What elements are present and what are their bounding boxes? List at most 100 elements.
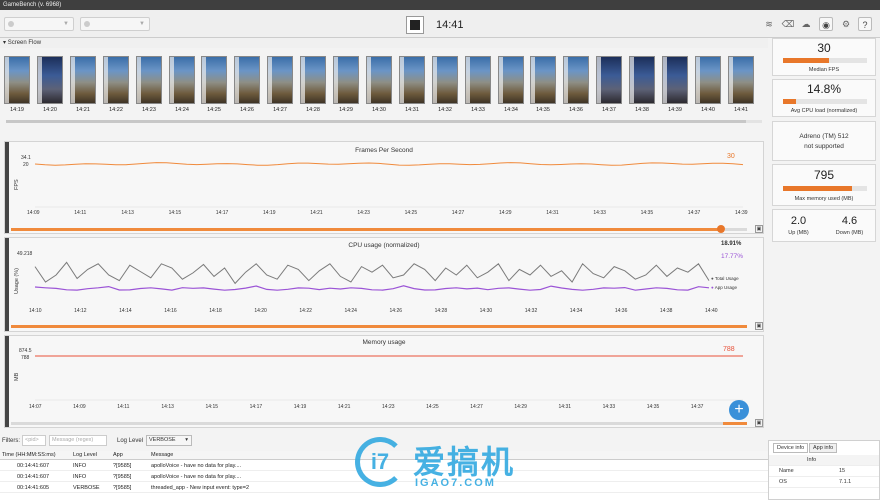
stop-recording-button[interactable] (406, 16, 424, 34)
x-tick-label: 14:22 (299, 308, 312, 314)
lock-icon[interactable]: ▣ (755, 225, 763, 233)
avg-cpu-bar (783, 99, 796, 104)
table-row[interactable]: Name 15 (769, 466, 879, 477)
screen-thumbnail[interactable] (563, 56, 589, 104)
collapse-arrow-icon: ▾ (3, 40, 7, 46)
trash-icon[interactable]: ⌫ (781, 17, 795, 31)
gpu-status: not supported (804, 143, 844, 150)
thumbnail-time-label: 14:20 (43, 107, 57, 113)
screen-thumbnail[interactable] (333, 56, 359, 104)
thumbnail-time-label: 14:32 (438, 107, 452, 113)
x-tick-label: 14:10 (29, 308, 42, 314)
table-row[interactable]: OS 7.1.1 (769, 477, 879, 488)
thumbnail-time-label: 14:23 (142, 107, 156, 113)
screen-thumbnail[interactable] (366, 56, 392, 104)
thumbnail-time-label: 14:39 (668, 107, 682, 113)
max-memory-card: 795 Max memory used (MB) (772, 164, 876, 206)
fps-range-handle[interactable] (717, 225, 725, 233)
thumbnail-time-label: 14:28 (306, 107, 320, 113)
screen-thumbnail[interactable] (465, 56, 491, 104)
x-tick-label: 14:18 (209, 308, 222, 314)
screen-flow-header[interactable]: ▾ Screen Flow (0, 38, 768, 48)
screen-thumbnail[interactable] (37, 56, 63, 104)
screen-thumbnail[interactable] (70, 56, 96, 104)
cpu-range-track[interactable] (11, 325, 747, 328)
device-icon (8, 21, 14, 27)
cpu-app-series-line (34, 285, 710, 291)
x-tick-label: 14:13 (161, 404, 174, 410)
thumbnail-time-label: 14:36 (569, 107, 583, 113)
screen-thumbnail[interactable] (530, 56, 556, 104)
x-tick-label: 14:28 (434, 308, 448, 314)
x-tick-label: 14:15 (168, 210, 182, 216)
screen-thumbnail[interactable] (136, 56, 162, 104)
screen-thumbnail[interactable] (728, 56, 754, 104)
screen-thumbnail[interactable] (662, 56, 688, 104)
upload-stat: 2.0 Up (MB) (788, 215, 809, 236)
gamebench-window: GameBench (v. 6968) ▼ ▼ 14:41 ≋ ⌫ ☁ ◉ ⚙ … (0, 0, 880, 500)
thumbnail-time-label: 14:30 (372, 107, 386, 113)
device-selector[interactable]: ▼ (4, 17, 74, 31)
screen-thumbnail[interactable] (399, 56, 425, 104)
x-tick-label: 14:29 (514, 404, 527, 410)
cpu-total-series-line (34, 261, 710, 285)
log-level-select[interactable]: VERBOSE ▾ (146, 435, 192, 446)
filters-label: Filters: (2, 438, 20, 444)
title-bar: GameBench (v. 6968) (0, 0, 880, 10)
pid-filter-input[interactable]: <pid> (22, 435, 46, 446)
thumbnail-time-label: 14:24 (175, 107, 189, 113)
lock-icon[interactable]: ▣ (755, 322, 763, 330)
lock-icon[interactable]: ▣ (755, 419, 763, 427)
scrollbar-thumb[interactable] (6, 120, 746, 123)
thumbnail-time-label: 14:35 (536, 107, 550, 113)
screen-thumbnail[interactable] (629, 56, 655, 104)
max-memory-bar (783, 186, 852, 191)
x-tick-label: 14:14 (119, 308, 132, 314)
screen-thumbnail[interactable] (201, 56, 227, 104)
screen-thumbnail[interactable] (695, 56, 721, 104)
message-filter-input[interactable]: Message (regex) (49, 435, 107, 446)
screen-thumbnail[interactable] (103, 56, 129, 104)
tab-device-info[interactable]: Device info (773, 443, 809, 453)
settings-icon[interactable]: ⚙ (839, 17, 853, 31)
tab-app-info[interactable]: App info (809, 443, 838, 453)
x-tick-label: 14:30 (479, 308, 493, 314)
x-tick-label: 14:21 (310, 210, 323, 216)
screen-thumbnail[interactable] (596, 56, 622, 104)
fps-range-track[interactable] (11, 228, 723, 231)
avg-cpu-card: 14.8% Avg CPU load (normalized) (772, 79, 876, 117)
screen-thumbnail[interactable] (432, 56, 458, 104)
x-tick-label: 14:37 (690, 404, 704, 410)
wifi-icon[interactable]: ≋ (762, 17, 776, 31)
fps-chart (34, 162, 744, 208)
screen-thumbnail[interactable] (169, 56, 195, 104)
screen-thumbnail[interactable] (234, 56, 260, 104)
thumbnail-time-label: 14:27 (273, 107, 287, 113)
x-tick-label: 14:07 (29, 404, 42, 410)
screen-thumbnail[interactable] (300, 56, 326, 104)
help-icon[interactable]: ? (858, 17, 872, 31)
record-icon[interactable]: ◉ (819, 17, 833, 31)
stop-icon (410, 20, 420, 30)
chevron-down-icon: ▾ (185, 437, 188, 443)
median-fps-bar (783, 58, 830, 63)
thumbnail-time-label: 14:19 (10, 107, 24, 113)
x-tick-label: 14:17 (249, 404, 263, 410)
network-card: 2.0 Up (MB) 4.6 Down (MB) (772, 209, 876, 242)
x-tick-label: 14:34 (569, 308, 583, 314)
x-tick-label: 14:24 (344, 308, 357, 314)
x-tick-label: 14:21 (337, 404, 351, 410)
screen-flow-scrollbar[interactable] (6, 120, 762, 123)
cpu-panel: CPU usage (normalized) Usage (%) 49.218 … (4, 237, 764, 332)
screen-thumbnail[interactable] (267, 56, 293, 104)
avg-cpu-value: 14.8% (806, 82, 842, 96)
cloud-upload-icon[interactable]: ☁ (799, 17, 813, 31)
screen-thumbnail[interactable] (4, 56, 30, 104)
app-selector[interactable]: ▼ (80, 17, 150, 31)
add-marker-button[interactable]: + (729, 400, 749, 420)
memory-range-track[interactable] (11, 422, 723, 425)
thumbnail-time-label: 14:22 (109, 107, 123, 113)
median-fps-label: Median FPS (808, 67, 840, 73)
screen-thumbnail[interactable] (498, 56, 524, 104)
thumbnail-time-label: 14:25 (207, 107, 221, 113)
